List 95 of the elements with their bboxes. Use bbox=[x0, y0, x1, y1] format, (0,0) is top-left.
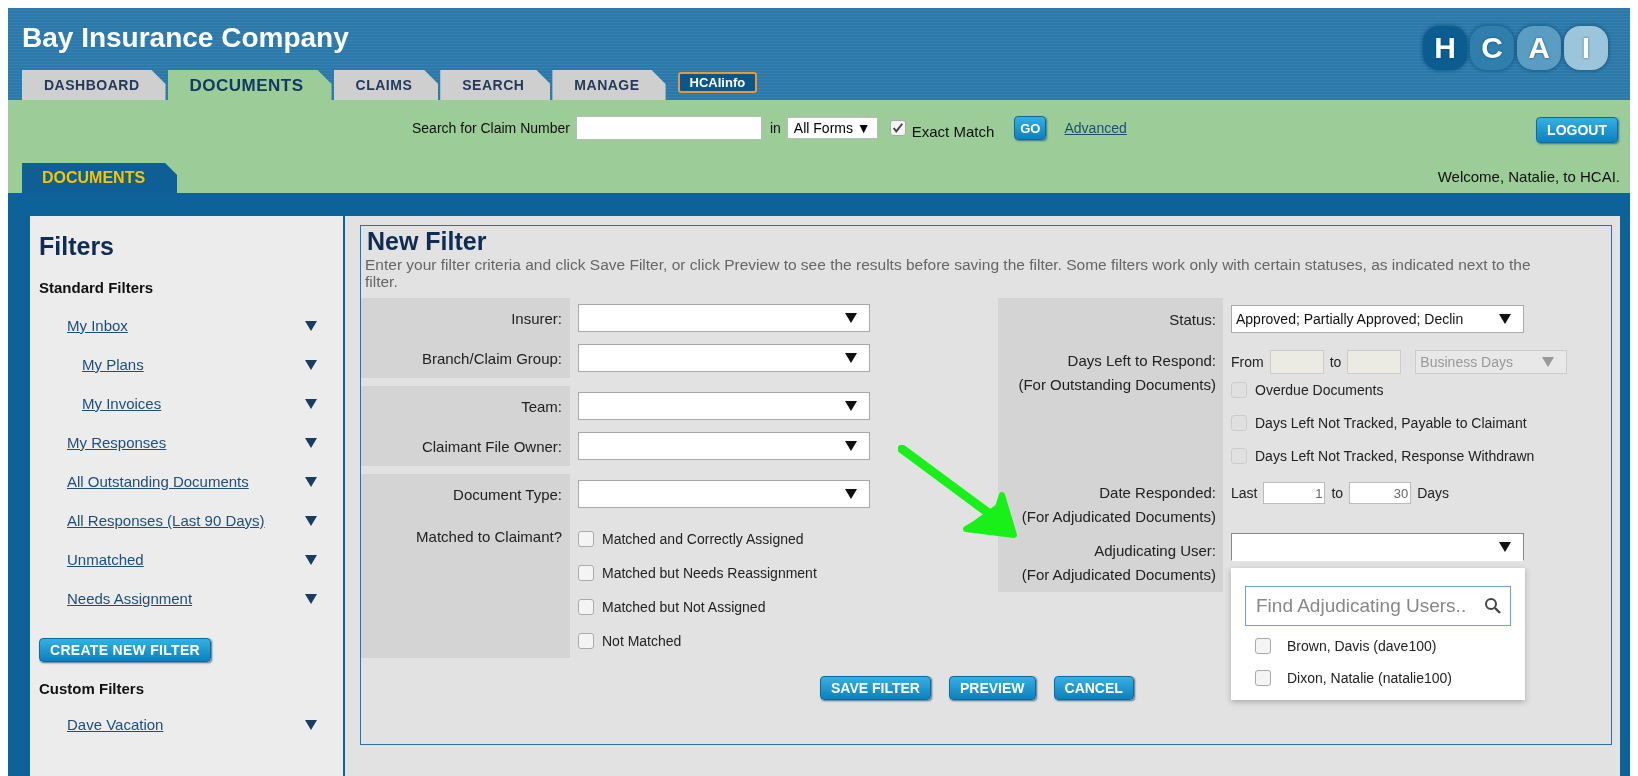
last-label: Last bbox=[1231, 485, 1258, 501]
checkbox[interactable] bbox=[578, 599, 594, 615]
info-button[interactable]: HCAIinfo bbox=[677, 71, 758, 93]
dropdown[interactable] bbox=[578, 480, 870, 508]
field-note: (For Adjudicated Documents) bbox=[1021, 566, 1216, 583]
sidebar-title: Filters bbox=[39, 232, 116, 261]
days-label: Days bbox=[1417, 485, 1450, 501]
dropdown[interactable] bbox=[578, 304, 870, 332]
filter-link[interactable]: My Inbox bbox=[67, 317, 128, 334]
option-label: Matched but Not Assigned bbox=[602, 599, 766, 615]
filter-link[interactable]: Unmatched bbox=[67, 551, 144, 568]
caret-icon bbox=[305, 515, 317, 526]
option-label: Not Matched bbox=[602, 633, 682, 649]
welcome-text: Welcome, Natalie, to HCAI. bbox=[1437, 168, 1620, 185]
caret-icon bbox=[305, 554, 317, 565]
checkbox[interactable] bbox=[578, 531, 594, 547]
nav-tab[interactable]: SEARCH bbox=[440, 70, 551, 100]
filter-link[interactable]: Dave Vacation bbox=[67, 716, 164, 733]
filter-link[interactable]: All Outstanding Documents bbox=[67, 473, 249, 490]
advanced-link[interactable]: Advanced bbox=[1064, 120, 1127, 136]
caret-icon bbox=[1499, 314, 1511, 324]
caret-icon bbox=[305, 719, 317, 730]
caret-icon bbox=[1542, 357, 1555, 367]
claim-number-field[interactable] bbox=[575, 116, 762, 140]
search-label: Search for Claim Number bbox=[412, 120, 570, 136]
nav-tab[interactable]: CLAIMS bbox=[333, 70, 439, 100]
checkbox[interactable] bbox=[1255, 670, 1271, 686]
checkbox[interactable] bbox=[889, 120, 906, 136]
field-label: Document Type: bbox=[453, 485, 562, 503]
caret-icon bbox=[305, 437, 317, 448]
dropdown[interactable] bbox=[578, 392, 870, 420]
in-label: in bbox=[769, 120, 781, 136]
filter-link[interactable]: All Responses (Last 90 Days) bbox=[67, 512, 265, 529]
checkbox[interactable] bbox=[578, 565, 594, 581]
field-label: Team: bbox=[521, 397, 562, 415]
caret-icon bbox=[845, 441, 857, 451]
status-dropdown[interactable]: Approved; Partially Approved; Declin bbox=[1231, 305, 1524, 333]
to-days-field[interactable]: 30 bbox=[1349, 482, 1412, 504]
field-label: Date Responded: bbox=[1099, 484, 1216, 501]
caret-icon bbox=[845, 313, 857, 323]
exact-match-label: Exact Match bbox=[911, 122, 995, 140]
caret-icon bbox=[845, 353, 857, 363]
caret-icon bbox=[1499, 542, 1511, 552]
user-option[interactable]: Brown, Davis (dave100) bbox=[1287, 638, 1437, 654]
option-label: Days Left Not Tracked, Payable to Claimant bbox=[1255, 415, 1527, 431]
user-search-field[interactable]: Find Adjudicating Users.. bbox=[1245, 586, 1511, 626]
user-dropdown[interactable] bbox=[1231, 533, 1524, 561]
caret-icon bbox=[305, 398, 317, 409]
dropdown[interactable] bbox=[578, 344, 870, 372]
description: Enter your filter criteria and click Save Filter, or click Preview to see the results before saving the filter. Some filters work only with certain statuses, as indicated next to the filter. bbox=[364, 256, 1532, 292]
field-label: Status: bbox=[1169, 310, 1216, 328]
caret-icon bbox=[305, 320, 317, 331]
panel-title: New Filter bbox=[367, 226, 488, 256]
search-icon bbox=[1484, 597, 1502, 615]
option-label: Days Left Not Tracked, Response Withdrawn bbox=[1255, 447, 1535, 464]
section-heading: Standard Filters bbox=[39, 279, 155, 296]
field-label: Adjudicating User: bbox=[1094, 542, 1216, 559]
logo-letter: I bbox=[1564, 26, 1608, 70]
option-label: Matched and Correctly Assigned bbox=[602, 531, 804, 547]
nav-tab[interactable]: MANAGE bbox=[552, 70, 666, 100]
caret-icon bbox=[845, 489, 857, 499]
field-label: Claimant File Owner: bbox=[421, 437, 562, 455]
filter-link[interactable]: My Responses bbox=[67, 434, 167, 451]
checkbox[interactable] bbox=[578, 633, 594, 649]
field-label: Branch/Claim Group: bbox=[421, 349, 562, 367]
field-note: (For Outstanding Documents) bbox=[1018, 376, 1216, 393]
user-option[interactable]: Dixon, Natalie (natalie100) bbox=[1287, 670, 1452, 686]
field-label: Insurer: bbox=[511, 309, 562, 327]
form-dropdown[interactable]: All Forms ▼ bbox=[786, 117, 878, 139]
field-label: Matched to Claimant? bbox=[416, 528, 562, 545]
company-name: Bay Insurance Company bbox=[22, 22, 349, 54]
to-label: to bbox=[1331, 485, 1344, 501]
to-label: to bbox=[1329, 354, 1342, 370]
from-days-field[interactable]: 1 bbox=[1263, 482, 1326, 504]
filter-link[interactable]: Needs Assignment bbox=[67, 590, 193, 607]
caret-icon bbox=[305, 593, 317, 604]
logo-letter: A bbox=[1517, 26, 1561, 70]
field-note: (For Adjudicated Documents) bbox=[1021, 508, 1216, 525]
filter-link[interactable]: My Plans bbox=[82, 356, 144, 373]
dropdown[interactable] bbox=[578, 432, 870, 460]
nav-tab[interactable]: DOCUMENTS bbox=[167, 70, 332, 100]
field-label: Days Left to Respond: bbox=[1067, 352, 1216, 369]
caret-icon bbox=[305, 359, 317, 370]
option-label: Overdue Documents bbox=[1255, 382, 1384, 399]
checkbox[interactable] bbox=[1255, 638, 1271, 654]
nav-tab[interactable]: DASHBOARD bbox=[22, 70, 166, 100]
caret-icon bbox=[305, 476, 317, 487]
section-heading: Custom Filters bbox=[39, 680, 145, 697]
filter-link[interactable]: My Invoices bbox=[82, 395, 162, 412]
section-tab[interactable]: DOCUMENTS bbox=[22, 163, 178, 193]
from-label: From bbox=[1231, 354, 1264, 370]
logo-letter: C bbox=[1470, 26, 1514, 70]
option-label: Matched but Needs Reassignment bbox=[602, 565, 817, 581]
logo-letter: H bbox=[1423, 26, 1467, 70]
caret-icon bbox=[845, 401, 857, 411]
